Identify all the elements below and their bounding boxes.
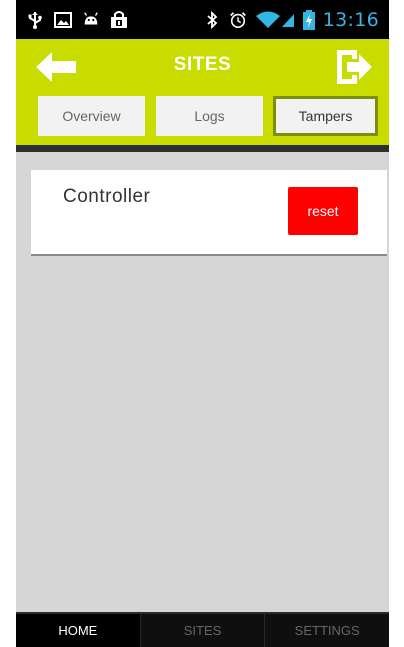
phone-screen: 13:16 SITES Overview Logs Tampers Contro… xyxy=(16,0,389,647)
image-icon xyxy=(54,11,72,29)
wifi-icon xyxy=(255,11,281,29)
shopping-bag-icon xyxy=(110,10,128,29)
bottom-nav: HOME SITES SETTINGS xyxy=(16,612,389,647)
status-time: 13:16 xyxy=(322,8,379,31)
header-divider xyxy=(16,145,389,152)
card-title: Controller xyxy=(63,186,151,207)
tab-overview[interactable]: Overview xyxy=(38,96,145,136)
nav-home[interactable]: HOME xyxy=(16,614,141,647)
tab-bar: Overview Logs Tampers xyxy=(16,96,389,136)
status-bar: 13:16 xyxy=(16,0,389,39)
status-bar-left xyxy=(26,0,128,39)
nav-settings[interactable]: SETTINGS xyxy=(265,614,389,647)
logout-button[interactable] xyxy=(334,47,374,87)
tab-tampers[interactable]: Tampers xyxy=(273,96,378,136)
tab-logs[interactable]: Logs xyxy=(156,96,263,136)
nav-sites[interactable]: SITES xyxy=(141,614,266,647)
reset-button[interactable]: reset xyxy=(288,187,358,235)
tamper-card: Controller reset xyxy=(31,170,387,256)
battery-icon xyxy=(302,9,315,30)
app-header: SITES Overview Logs Tampers xyxy=(16,39,389,145)
status-bar-right: 13:16 xyxy=(203,0,379,39)
android-icon xyxy=(82,11,100,29)
logout-icon xyxy=(337,50,372,84)
alarm-icon xyxy=(229,11,247,29)
bluetooth-icon xyxy=(203,10,221,29)
signal-icon xyxy=(281,11,295,29)
usb-icon xyxy=(26,11,44,29)
